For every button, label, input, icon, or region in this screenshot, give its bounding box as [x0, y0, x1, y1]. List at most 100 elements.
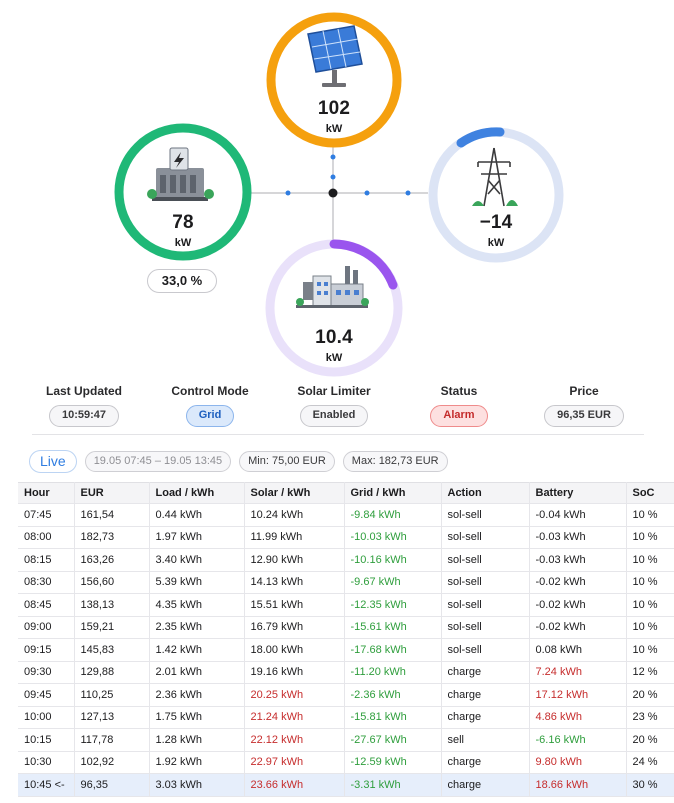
- cell-grid: -17.68 kWh: [344, 638, 442, 662]
- table-row[interactable]: 08:45 138,13 4.35 kWh 15.51 kWh -12.35 kWh so…: [18, 593, 674, 617]
- cell-solar: 22.97 kWh: [244, 751, 345, 774]
- cell-hour: 10:45 <-: [18, 773, 75, 797]
- column-header-battery[interactable]: Battery: [529, 482, 627, 504]
- grid-unit: kW: [487, 237, 505, 249]
- cell-battery: 18.66 kWh: [529, 773, 627, 797]
- cell-grid: -10.16 kWh: [344, 548, 442, 572]
- cell-hour: 09:15: [18, 638, 75, 662]
- table-row[interactable]: 10:45 <- 96,35 3.03 kWh 23.66 kWh -3.31 kWh c…: [18, 773, 674, 797]
- flow-dot: [364, 190, 370, 196]
- cell-battery: -0.02 kWh: [529, 571, 627, 594]
- cell-battery: -0.02 kWh: [529, 616, 627, 639]
- max-price-chip: Max: 182,73 EUR: [342, 450, 448, 472]
- table-row[interactable]: 10:30 102,92 1.92 kWh 22.97 kWh -12.59 kWh ch…: [18, 751, 674, 774]
- column-header-solar[interactable]: Solar / kWh: [244, 482, 345, 504]
- last-updated-group: Last Updated 10:59:47: [24, 384, 144, 427]
- battery-unit: kW: [174, 237, 192, 249]
- column-header-eur[interactable]: EUR: [74, 482, 150, 504]
- table-row[interactable]: 07:45 161,54 0.44 kWh 10.24 kWh -9.84 kWh sol…: [18, 503, 674, 527]
- control-mode-badge[interactable]: Grid: [185, 405, 235, 427]
- table-row[interactable]: 10:15 117,78 1.28 kWh 22.12 kWh -27.67 kWh se…: [18, 728, 674, 752]
- column-header-soc[interactable]: SoC: [626, 482, 674, 504]
- cell-battery: 9.80 kWh: [529, 751, 627, 774]
- cell-solar: 22.12 kWh: [244, 728, 345, 752]
- cell-hour: 09:30: [18, 661, 75, 684]
- cell-load: 2.35 kWh: [149, 616, 245, 639]
- control-mode-group: Control Mode Grid: [150, 384, 270, 427]
- cell-battery: -0.04 kWh: [529, 503, 627, 527]
- table-row[interactable]: 08:00 182,73 1.97 kWh 11.99 kWh -10.03 kWh so…: [18, 526, 674, 549]
- cell-eur: 127,13: [74, 706, 150, 729]
- table-row[interactable]: 10:00 127,13 1.75 kWh 21.24 kWh -15.81 kWh ch…: [18, 706, 674, 729]
- grid-readout: −14 kW: [441, 212, 551, 249]
- cell-action: sol-sell: [441, 616, 530, 639]
- cell-action: sol-sell: [441, 548, 530, 572]
- column-header-load[interactable]: Load / kWh: [149, 482, 245, 504]
- cell-soc: 10 %: [626, 548, 674, 572]
- last-updated-value: 10:59:47: [48, 405, 120, 427]
- cell-solar: 21.24 kWh: [244, 706, 345, 729]
- solar-limiter-badge[interactable]: Enabled: [299, 405, 369, 427]
- flow-dot: [285, 190, 291, 196]
- cell-grid: -9.67 kWh: [344, 571, 442, 594]
- flow-dot: [330, 174, 336, 180]
- cell-load: 1.92 kWh: [149, 751, 245, 774]
- column-header-grid[interactable]: Grid / kWh: [344, 482, 442, 504]
- cell-load: 2.01 kWh: [149, 661, 245, 684]
- cell-eur: 102,92: [74, 751, 150, 774]
- cell-soc: 10 %: [626, 616, 674, 639]
- table-row[interactable]: 08:15 163,26 3.40 kWh 12.90 kWh -10.16 kWh so…: [18, 548, 674, 572]
- filter-bar: Live 19.05 07:45 – 19.05 13:45 Min: 75,0…: [18, 440, 674, 482]
- time-range-chip[interactable]: 19.05 07:45 – 19.05 13:45: [84, 450, 232, 472]
- cell-grid: -2.36 kWh: [344, 683, 442, 707]
- table-row[interactable]: 09:00 159,21 2.35 kWh 16.79 kWh -15.61 kWh so…: [18, 616, 674, 639]
- table-row[interactable]: 09:30 129,88 2.01 kWh 19.16 kWh -11.20 kWh ch…: [18, 661, 674, 684]
- battery-readout: 78 kW: [128, 212, 238, 249]
- cell-solar: 23.66 kWh: [244, 773, 345, 797]
- cell-soc: 10 %: [626, 526, 674, 549]
- cell-hour: 08:30: [18, 571, 75, 594]
- cell-eur: 156,60: [74, 571, 150, 594]
- cell-grid: -9.84 kWh: [344, 503, 442, 527]
- solar-readout: 102 kW: [279, 98, 389, 135]
- table-row[interactable]: 09:45 110,25 2.36 kWh 20.25 kWh -2.36 kWh cha…: [18, 683, 674, 707]
- live-toggle[interactable]: Live: [29, 449, 77, 473]
- cell-grid: -27.67 kWh: [344, 728, 442, 752]
- column-header-hour[interactable]: Hour: [18, 482, 75, 504]
- cell-hour: 09:45: [18, 683, 75, 707]
- cell-grid: -12.59 kWh: [344, 751, 442, 774]
- cell-eur: 129,88: [74, 661, 150, 684]
- cell-hour: 09:00: [18, 616, 75, 639]
- cell-solar: 19.16 kWh: [244, 661, 345, 684]
- cell-soc: 10 %: [626, 571, 674, 594]
- cell-load: 1.97 kWh: [149, 526, 245, 549]
- column-header-action[interactable]: Action: [441, 482, 530, 504]
- cell-battery: 4.86 kWh: [529, 706, 627, 729]
- status-badge[interactable]: Alarm: [430, 405, 488, 427]
- cell-load: 1.28 kWh: [149, 728, 245, 752]
- cell-solar: 11.99 kWh: [244, 526, 345, 549]
- cell-hour: 08:45: [18, 593, 75, 617]
- table-header-row: Hour EUR Load / kWh Solar / kWh Grid / kWh Ac…: [18, 482, 674, 504]
- schedule-panel: Live 19.05 07:45 – 19.05 13:45 Min: 75,0…: [18, 440, 674, 803]
- cell-eur: 161,54: [74, 503, 150, 527]
- cell-eur: 159,21: [74, 616, 150, 639]
- cell-soc: 20 %: [626, 683, 674, 707]
- grid-value: −14: [479, 212, 513, 233]
- table-row[interactable]: 09:15 145,83 1.42 kWh 18.00 kWh -17.68 kWh so…: [18, 638, 674, 662]
- cell-battery: 17.12 kWh: [529, 683, 627, 707]
- cell-grid: -3.31 kWh: [344, 773, 442, 797]
- flow-dot: [405, 190, 411, 196]
- cell-action: charge: [441, 661, 530, 684]
- battery-value: 78: [172, 212, 194, 233]
- cell-action: charge: [441, 683, 530, 707]
- cell-action: sol-sell: [441, 638, 530, 662]
- cell-hour: 08:15: [18, 548, 75, 572]
- cell-action: charge: [441, 773, 530, 797]
- cell-soc: 20 %: [626, 728, 674, 752]
- cell-battery: -6.16 kWh: [529, 728, 627, 752]
- cell-solar: 15.51 kWh: [244, 593, 345, 617]
- cell-load: 3.40 kWh: [149, 548, 245, 572]
- table-row[interactable]: 08:30 156,60 5.39 kWh 14.13 kWh -9.67 kWh sol…: [18, 571, 674, 594]
- cell-hour: 10:15: [18, 728, 75, 752]
